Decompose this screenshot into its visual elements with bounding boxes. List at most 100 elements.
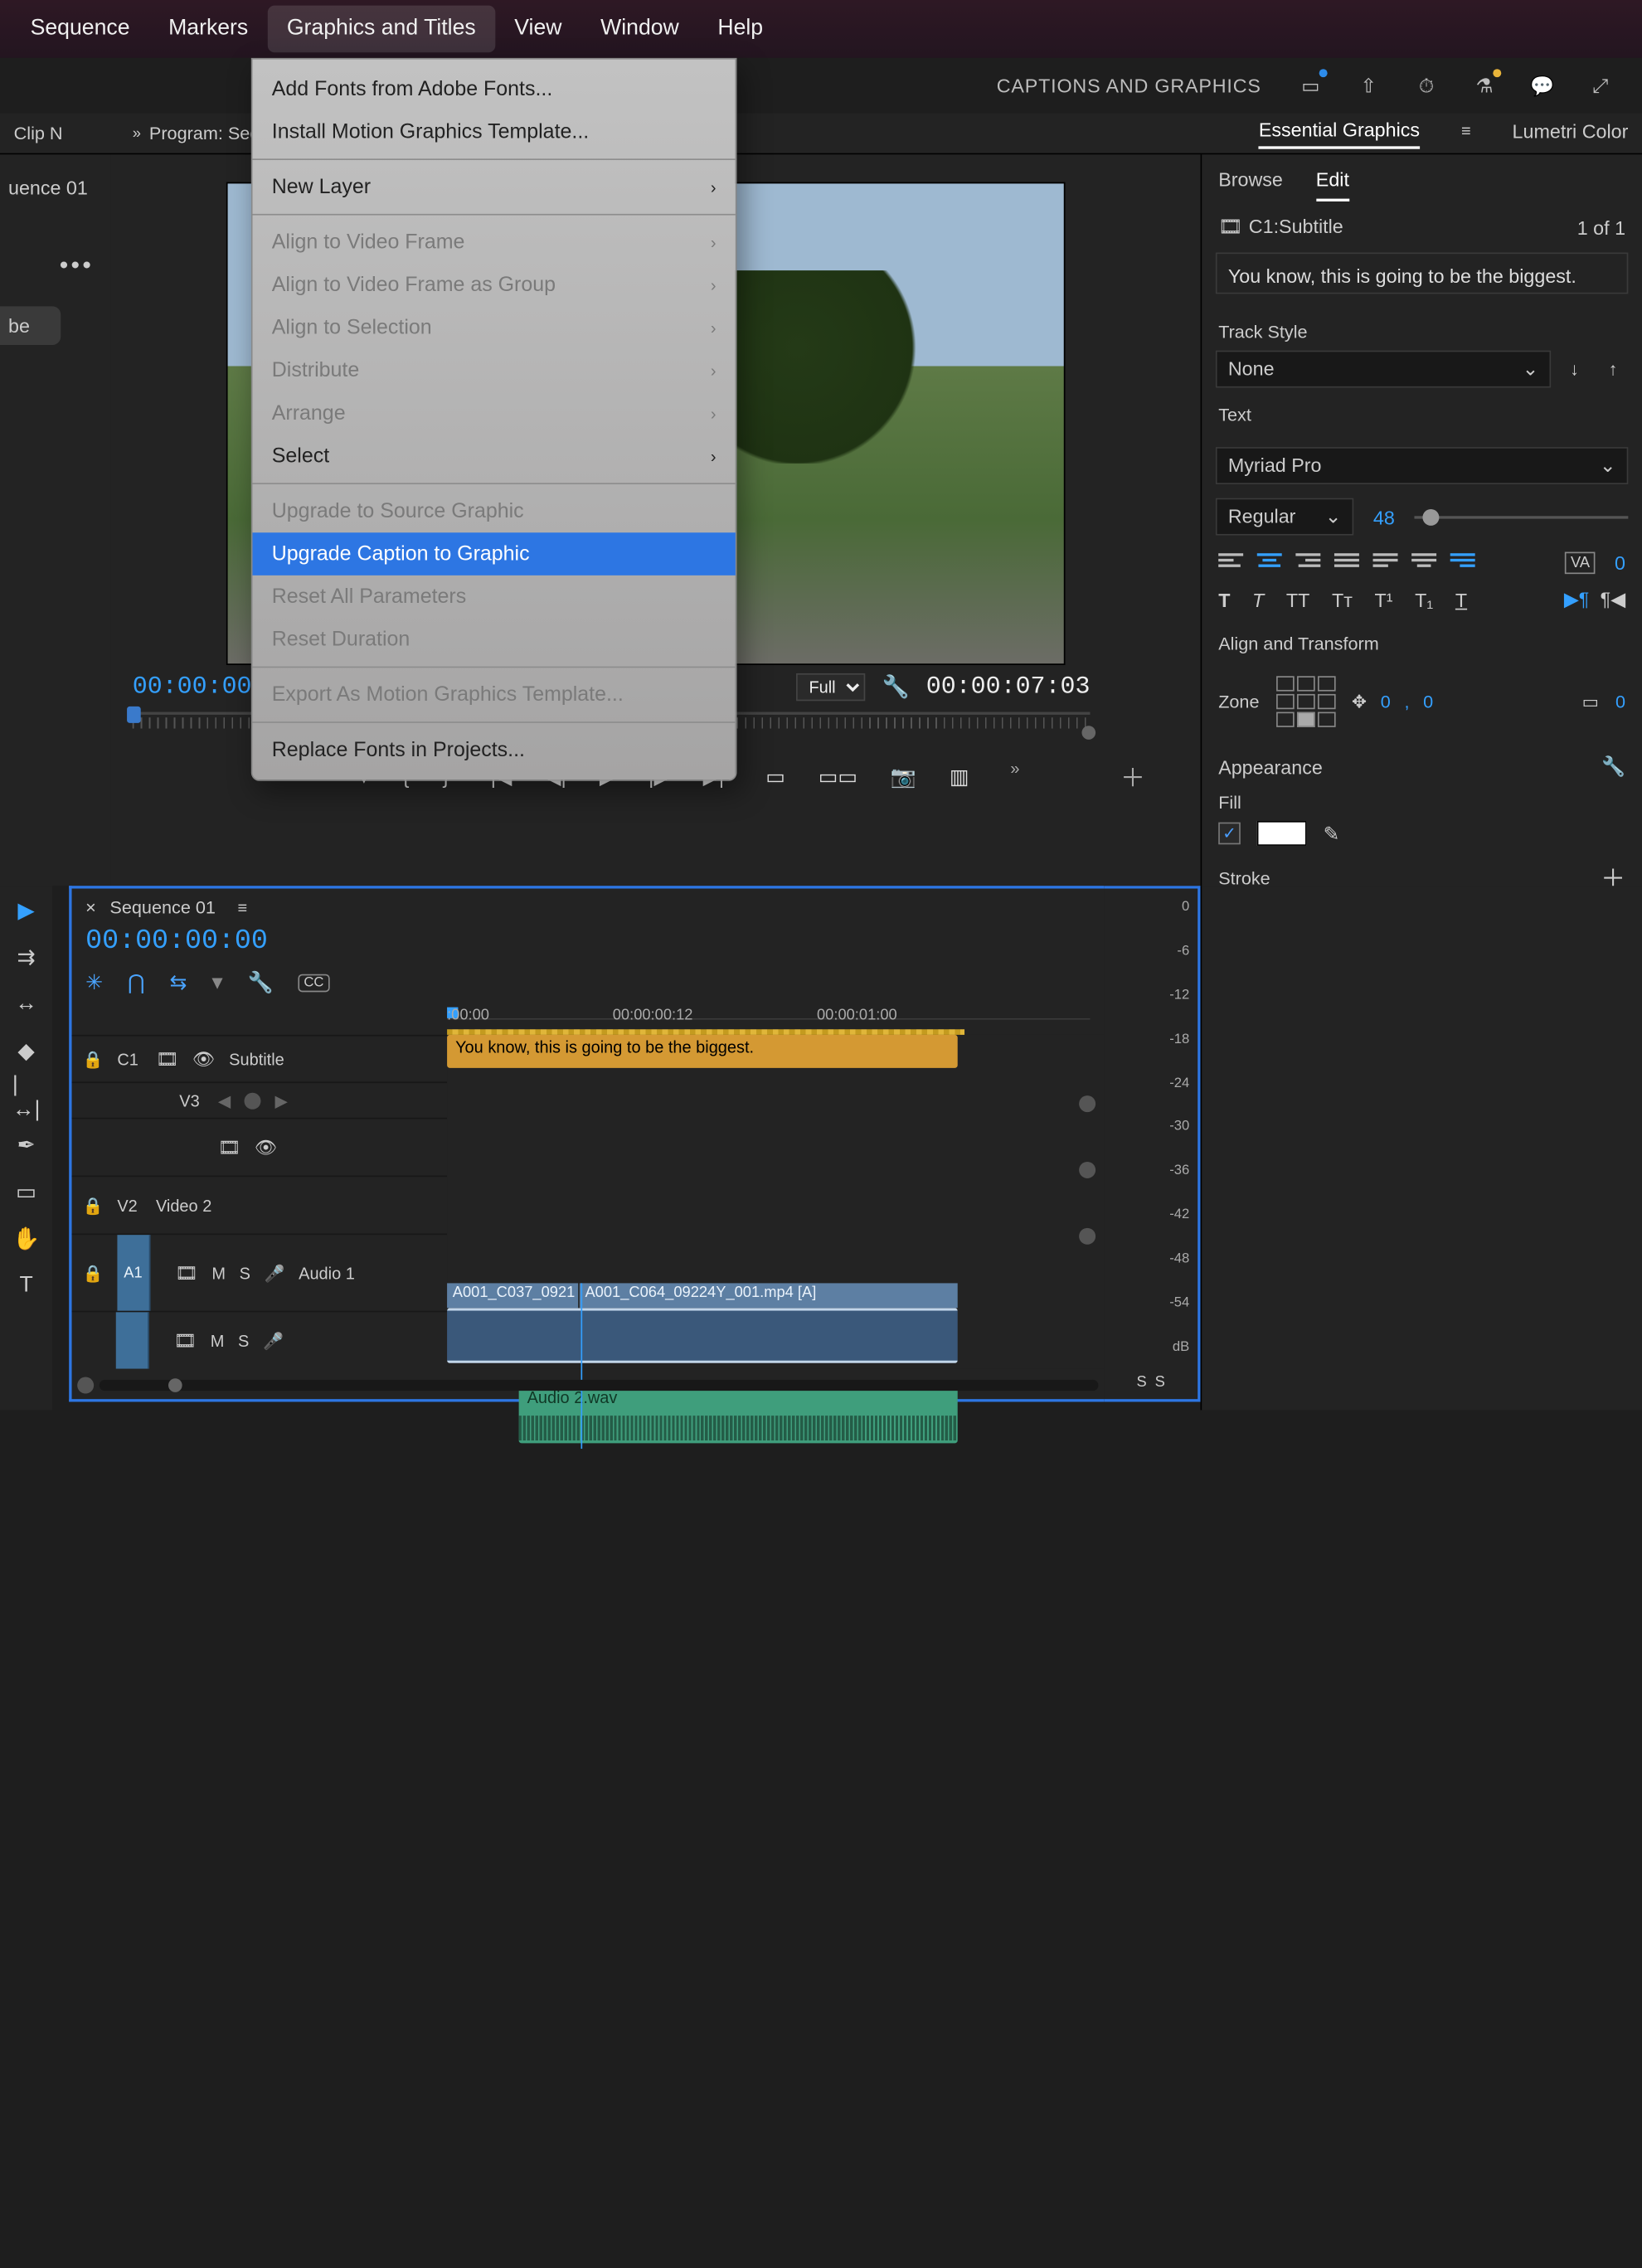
solo-left[interactable]: S [1136, 1374, 1146, 1391]
align-justify-last-right-icon[interactable] [1450, 552, 1475, 573]
align-center-icon[interactable] [1257, 552, 1282, 573]
workspace-label[interactable]: CAPTIONS AND GRAPHICS [997, 75, 1261, 97]
playhead-line[interactable] [581, 1283, 582, 1449]
timeline-timecode[interactable]: 00:00:00:00 [85, 925, 268, 957]
rectangle-tool-icon[interactable]: ▭ [12, 1178, 40, 1206]
workspaces-icon[interactable]: ▭ [1297, 72, 1324, 100]
scale-icon[interactable]: ▭ [1582, 691, 1599, 713]
small-caps-icon[interactable]: Tᴛ [1332, 589, 1353, 611]
fill-color-swatch[interactable] [1257, 821, 1307, 846]
align-justify-last-left-icon[interactable] [1373, 552, 1398, 573]
record-icon[interactable]: 🎤 [263, 1331, 284, 1350]
settings-icon[interactable]: 🔧 [882, 673, 910, 701]
menu-item-add-fonts-from-adobe-fonts[interactable]: Add Fonts from Adobe Fonts... [252, 68, 735, 111]
track-v3-id[interactable]: V3 [179, 1090, 204, 1110]
appearance-settings-icon[interactable]: 🔧 [1601, 755, 1625, 778]
export-icon[interactable]: ⇧ [1355, 72, 1382, 100]
kerning-icon[interactable]: VA [1565, 552, 1595, 575]
out-handle[interactable] [1081, 726, 1095, 740]
track-c1-id[interactable]: C1 [117, 1049, 142, 1068]
up-arrow-icon[interactable]: ↑ [1598, 354, 1629, 385]
solo-right[interactable]: S [1155, 1374, 1165, 1391]
caption-text-box[interactable]: You know, this is going to be the bigges… [1216, 252, 1628, 294]
playhead-handle[interactable] [127, 707, 141, 723]
video-clip-body[interactable] [447, 1308, 958, 1363]
font-size-slider[interactable] [1414, 515, 1628, 517]
keyframe-dot[interactable] [1079, 1162, 1095, 1178]
beaker-icon[interactable]: ⚗ [1471, 72, 1499, 100]
menu-item-new-layer[interactable]: New Layer› [252, 166, 735, 209]
solo-icon[interactable]: S [240, 1263, 250, 1282]
zoom-rail[interactable] [100, 1380, 1099, 1391]
time-ruler[interactable]: :00:00 00:00:00:12 00:00:01:00 [447, 1008, 1104, 1035]
captions-toggle-icon[interactable]: CC [299, 974, 329, 992]
magnet-icon[interactable]: ⋂ [128, 970, 144, 995]
hand-tool-icon[interactable]: ✋ [12, 1226, 40, 1253]
performance-icon[interactable]: ⏱ [1413, 72, 1440, 100]
down-arrow-icon[interactable]: ↓ [1559, 354, 1590, 385]
chevron-icon[interactable]: » [133, 125, 141, 142]
eye-icon[interactable]: 👁 [255, 1136, 277, 1158]
pos-y[interactable]: 0 [1423, 692, 1433, 712]
all-caps-icon[interactable]: TT [1286, 589, 1309, 611]
sequence-name[interactable]: uence 01 [0, 171, 110, 204]
video-clip-1[interactable]: A001_C037_0921 [447, 1283, 578, 1308]
button-editor-icon[interactable]: ＋ [1120, 759, 1145, 794]
menu-window[interactable]: Window [581, 6, 698, 53]
keyframe-dot[interactable] [1079, 1228, 1095, 1245]
film-icon[interactable]: 🎞 [218, 1136, 240, 1158]
video-clip-2[interactable]: A001_C064_09224Y_001.mp4 [A] [580, 1283, 958, 1308]
lock-icon[interactable]: 🔒 [83, 1049, 104, 1068]
timecode-left[interactable]: 00:00:00: [133, 673, 267, 701]
more-transport-icon[interactable]: » [1010, 759, 1019, 778]
extract-icon[interactable]: ▭▭ [819, 765, 857, 789]
lock-icon[interactable]: 🔒 [83, 1196, 104, 1215]
marker-tool-icon[interactable]: ▾ [211, 969, 222, 996]
rtl-icon[interactable]: ¶◀ [1601, 588, 1625, 611]
eg-tab-browse[interactable]: Browse [1218, 168, 1283, 202]
menu-item-install-motion-graphics-template[interactable]: Install Motion Graphics Template... [252, 110, 735, 153]
timeline-menu-icon[interactable]: ≡ [238, 897, 248, 916]
type-tool-icon[interactable]: T [12, 1272, 40, 1299]
menu-item-replace-fonts-in-projects[interactable]: Replace Fonts in Projects... [252, 729, 735, 772]
next-icon[interactable]: ▶ [274, 1090, 287, 1110]
audio-icon[interactable]: 🎞 [174, 1329, 197, 1352]
ripple-edit-tool-icon[interactable]: ↔ [12, 991, 40, 1018]
audio-clip[interactable]: Audio 2.wav [519, 1386, 958, 1444]
lift-icon[interactable]: ▭ [765, 765, 785, 789]
scale-value[interactable]: 0 [1615, 692, 1625, 712]
pos-x[interactable]: 0 [1381, 692, 1391, 712]
zoom-knob[interactable] [168, 1378, 182, 1392]
close-timeline-icon[interactable]: × [85, 897, 96, 918]
timeline-settings-icon[interactable]: 🔧 [248, 970, 274, 995]
selection-tool-icon[interactable]: ▶ [12, 897, 40, 925]
track-style-select[interactable]: None⌄ [1216, 351, 1551, 388]
panel-menu-icon[interactable]: ≡ [1461, 121, 1471, 140]
comparison-icon[interactable]: ▥ [950, 765, 969, 789]
menu-help[interactable]: Help [698, 6, 782, 53]
underline-icon[interactable]: T [1455, 589, 1467, 611]
menu-markers[interactable]: Markers [149, 6, 268, 53]
font-weight-select[interactable]: Regular⌄ [1216, 498, 1353, 536]
mute-icon[interactable]: M [211, 1263, 226, 1282]
fill-checkbox[interactable] [1218, 823, 1241, 845]
track-a2-id[interactable] [116, 1312, 149, 1368]
keyframe-dot[interactable] [1079, 1095, 1095, 1112]
bin-chip[interactable]: be [0, 306, 61, 345]
menu-graphics-and-titles[interactable]: Graphics and Titles [268, 6, 495, 53]
kerning-value[interactable]: 0 [1615, 552, 1625, 575]
zoom-select[interactable]: Full [796, 673, 865, 701]
align-left-icon[interactable] [1218, 552, 1243, 573]
snap-icon[interactable]: ✳ [85, 970, 103, 995]
faux-italic-icon[interactable]: T [1252, 589, 1264, 611]
keyframe-add-icon[interactable] [245, 1092, 261, 1109]
track-a1-id[interactable]: A1 [117, 1235, 150, 1311]
menu-item-select[interactable]: Select› [252, 435, 735, 478]
razor-tool-icon[interactable]: ◆ [12, 1037, 40, 1065]
record-icon[interactable]: 🎤 [265, 1263, 285, 1282]
prev-icon[interactable]: ◀ [218, 1090, 231, 1110]
eye-icon[interactable]: 👁 [192, 1048, 215, 1071]
track-v2-id[interactable]: V2 [117, 1196, 142, 1215]
superscript-icon[interactable]: T¹ [1375, 589, 1393, 611]
pen-tool-icon[interactable]: ✒ [12, 1131, 40, 1158]
